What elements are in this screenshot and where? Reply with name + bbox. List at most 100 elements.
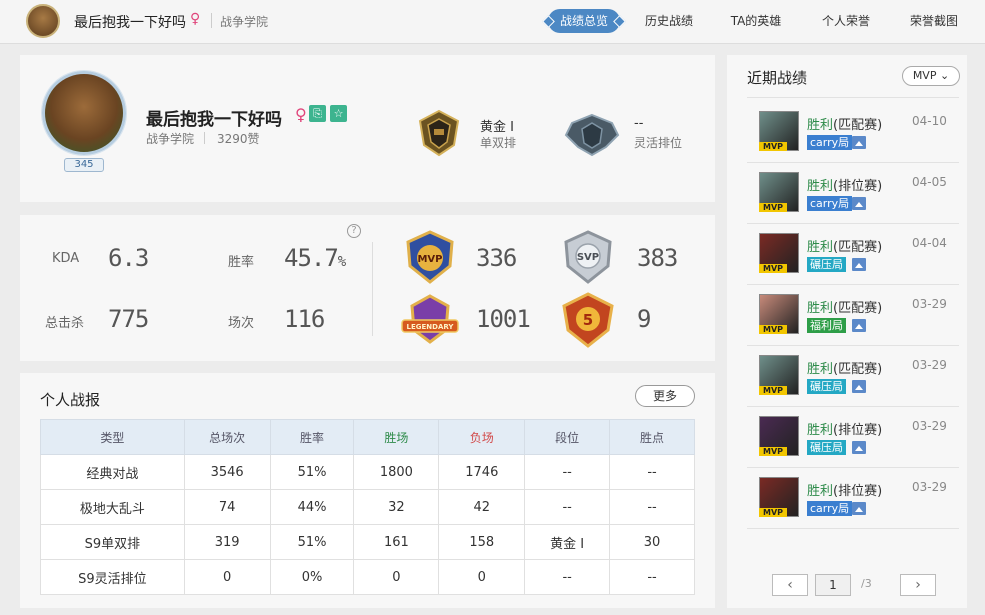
screenshot-icon[interactable]: [852, 441, 866, 454]
mvp-tag: MVP: [759, 264, 787, 273]
match-row[interactable]: MVP 胜利(匹配赛) 03-29 福利局: [747, 285, 959, 345]
screenshot-icon[interactable]: [852, 319, 866, 332]
match-result: 胜利(匹配赛): [807, 301, 883, 316]
winrate-label: 胜率: [228, 255, 255, 270]
svg-text:5: 5: [583, 311, 593, 329]
star-icon[interactable]: ☆: [330, 105, 347, 122]
kills-value: 775: [108, 305, 149, 333]
tab-overview[interactable]: 战绩总览: [548, 9, 621, 33]
match-result: 胜利(匹配赛): [807, 118, 883, 133]
table-row: 经典对战 3546 51% 1800 1746 -- --: [40, 454, 695, 490]
mvp-tag: MVP: [759, 386, 787, 395]
match-row[interactable]: MVP 胜利(匹配赛) 03-29 碾压局: [747, 346, 959, 406]
match-result: 胜利(匹配赛): [807, 240, 883, 255]
divider: [747, 97, 959, 98]
screenshot-icon[interactable]: [852, 258, 866, 271]
copy-icon[interactable]: ⎘: [309, 105, 326, 122]
divider: [747, 528, 959, 529]
mvp-tag: MVP: [759, 447, 787, 456]
next-page-button[interactable]: ›: [900, 574, 936, 596]
unranked-emblem-icon: [564, 113, 620, 157]
screenshot-icon[interactable]: [852, 197, 866, 210]
match-tag: 碾压局: [807, 257, 846, 272]
divider: [372, 242, 373, 336]
match-tag: carry局: [807, 196, 853, 211]
match-date: 03-29: [912, 358, 947, 372]
mvp-badge-icon: MVP: [406, 230, 454, 284]
match-tag: 碾压局: [807, 440, 846, 455]
match-result: 胜利(排位赛): [807, 423, 883, 438]
battle-report-card: 个人战报 更多 类型 总场次 胜率 胜场 负场 段位 胜点 经典对战 3546 51…: [20, 373, 715, 608]
screenshot-icon[interactable]: [852, 502, 866, 515]
tab-honor-screenshots[interactable]: 荣誉截图: [905, 9, 963, 33]
profile-server: 战争学院: [146, 132, 195, 146]
topbar-server: 战争学院: [220, 15, 269, 29]
report-title: 个人战报: [40, 391, 101, 409]
pentakill-badge-icon: 5: [562, 292, 614, 348]
screenshot-icon[interactable]: [852, 136, 866, 149]
mvp-filter-dropdown[interactable]: MVP ⌄: [902, 66, 960, 86]
tab-honors[interactable]: 个人荣誉: [817, 9, 875, 33]
mvp-tag: MVP: [759, 142, 787, 151]
current-page-input[interactable]: 1: [815, 574, 851, 596]
recent-title: 近期战绩: [747, 69, 808, 87]
col-points: 胜点: [609, 419, 695, 455]
level-badge: 345: [64, 158, 104, 172]
match-tag: 碾压局: [807, 379, 846, 394]
mvp-tag: MVP: [759, 508, 787, 517]
solo-rank-title: 黄金 Ⅰ: [480, 120, 514, 135]
games-value: 116: [284, 305, 325, 333]
col-losses: 负场: [438, 419, 526, 455]
tab-heroes[interactable]: TA的英雄: [727, 9, 785, 33]
match-date: 03-29: [912, 297, 947, 311]
profile-name: 最后抱我一下好吗: [146, 110, 282, 130]
table-row: S9灵活排位 0 0% 0 0 -- --: [40, 559, 695, 595]
screenshot-icon[interactable]: [852, 380, 866, 393]
flex-rank-label: 灵活排位: [634, 136, 683, 150]
solo-rank-label: 单双排: [480, 136, 517, 150]
match-date: 03-29: [912, 419, 947, 433]
kda-value: 6.3: [108, 244, 149, 272]
match-result: 胜利(排位赛): [807, 484, 883, 499]
svg-text:MVP: MVP: [417, 254, 442, 265]
match-row[interactable]: MVP 胜利(匹配赛) 04-04 碾压局: [747, 224, 959, 284]
match-date: 04-04: [912, 236, 947, 250]
svg-text:LEGENDARY: LEGENDARY: [407, 323, 455, 331]
match-row[interactable]: MVP 胜利(排位赛) 03-29 碾压局: [747, 407, 959, 467]
kda-label: KDA: [52, 251, 80, 266]
table-row: S9单双排 319 51% 161 158 黄金 Ⅰ 30: [40, 524, 695, 560]
divider: [204, 132, 205, 144]
profile-avatar: [41, 70, 127, 156]
profile-card: 345 最后抱我一下好吗 ♀ ⎘ ☆ 战争学院 3290赞 黄金 Ⅰ 单双排 -…: [20, 55, 715, 202]
svg-text:SVP: SVP: [577, 252, 599, 263]
mvp-tag: MVP: [759, 203, 787, 212]
total-pages: /3: [861, 577, 872, 590]
svp-badge-icon: SVP: [564, 230, 612, 284]
legendary-badge-icon: LEGENDARY: [401, 294, 459, 344]
match-tag: 福利局: [807, 318, 846, 333]
prev-page-button[interactable]: ‹: [772, 574, 808, 596]
help-icon[interactable]: ?: [347, 224, 361, 238]
col-winrate: 胜率: [269, 419, 355, 455]
tab-history[interactable]: 历史战绩: [640, 9, 698, 33]
mvp-tag: MVP: [759, 325, 787, 334]
female-icon: ♀: [295, 105, 307, 124]
divider: [211, 13, 212, 28]
gold-rank-emblem-icon: [418, 109, 460, 157]
pentakill-count: 9: [637, 305, 651, 333]
recent-matches-panel: 近期战绩 MVP ⌄ MVP 胜利(匹配赛) 04-10 carry局 MVP 胜利(排位…: [727, 55, 967, 608]
svp-count: 383: [637, 244, 678, 272]
match-row[interactable]: MVP 胜利(排位赛) 03-29 carry局: [747, 468, 959, 528]
chevron-down-icon: ⌄: [939, 69, 950, 82]
match-row[interactable]: MVP 胜利(匹配赛) 04-10 carry局: [747, 102, 959, 162]
col-rank: 段位: [524, 419, 611, 455]
flex-rank-title: --: [634, 116, 644, 131]
kills-label: 总击杀: [45, 316, 85, 331]
user-avatar[interactable]: [26, 4, 60, 38]
match-row[interactable]: MVP 胜利(排位赛) 04-05 carry局: [747, 163, 959, 223]
likes-count: 3290赞: [217, 132, 260, 146]
topbar-username: 最后抱我一下好吗: [74, 15, 186, 31]
more-button[interactable]: 更多: [635, 385, 695, 407]
match-date: 04-05: [912, 175, 947, 189]
match-result: 胜利(匹配赛): [807, 362, 883, 377]
